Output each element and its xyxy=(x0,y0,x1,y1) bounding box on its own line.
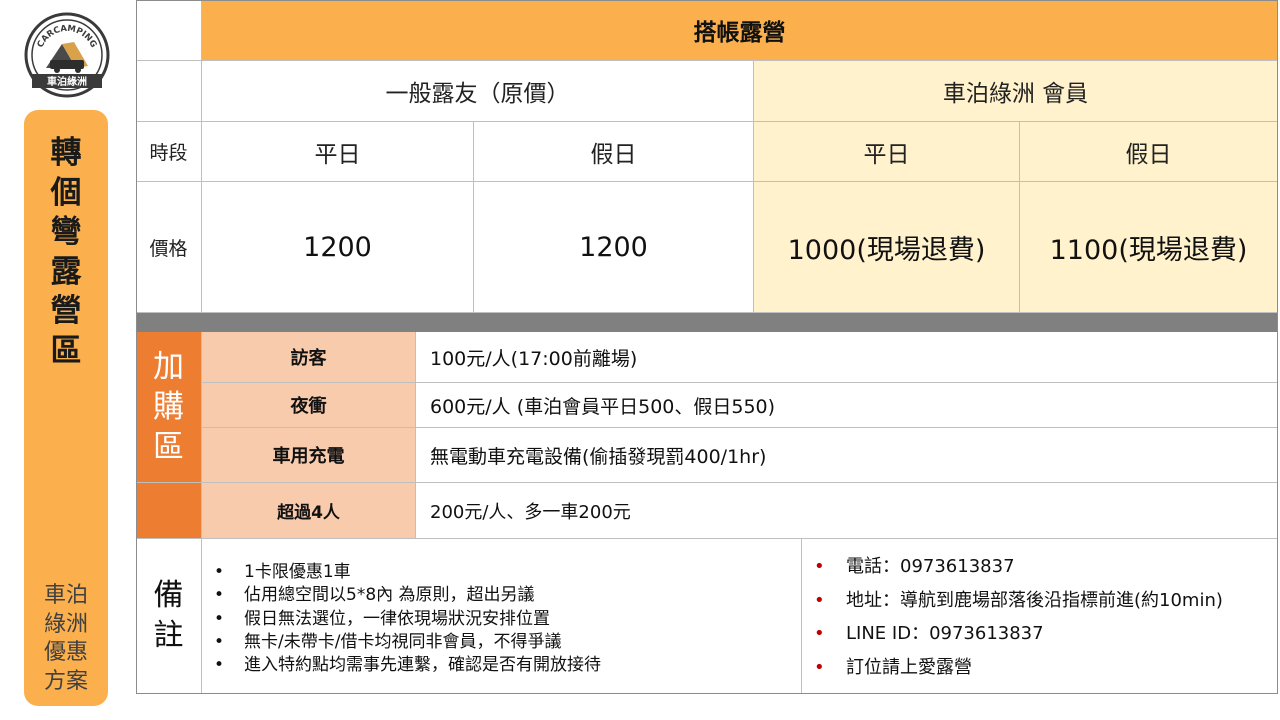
price-general-holiday: 1200 xyxy=(474,182,754,313)
group-general-header: 一般露友（原價） xyxy=(202,61,754,122)
addon-section-label-extension xyxy=(136,483,202,539)
addon-name-extra-people: 超過4人 xyxy=(202,483,416,539)
period-member-weekday: 平日 xyxy=(754,122,1020,182)
notes-left-item: 進入特約點均需事先連繫，確認是否有開放接待 xyxy=(214,654,601,678)
sidebar-title-char: 個 xyxy=(50,174,82,211)
price-general-weekday: 1200 xyxy=(202,182,474,313)
sidebar-subtitle-line: 綠洲 xyxy=(43,611,88,637)
notes-label-char: 備 xyxy=(153,578,184,613)
table-corner-cell xyxy=(136,0,202,61)
contact-address: 地址：導航到鹿場部落後沿指標前進(約10min) xyxy=(814,584,1223,618)
sidebar-pill: 轉 個 彎 露 營 區 車泊 綠洲 優惠 方案 xyxy=(24,110,108,706)
notes-left-item: 1卡限優惠1車 xyxy=(214,561,601,585)
group-corner-cell xyxy=(136,61,202,122)
notes-left-item: 無卡/未帶卡/借卡均視同非會員，不得爭議 xyxy=(214,631,601,655)
section-divider xyxy=(136,313,1278,332)
price-member-holiday: 1100(現場退費) xyxy=(1020,182,1278,313)
group-member-header: 車泊綠洲 會員 xyxy=(754,61,1278,122)
addon-name-visitor: 訪客 xyxy=(202,332,416,383)
notes-label: 備 註 xyxy=(136,539,202,694)
row-label-price: 價格 xyxy=(136,182,202,313)
table-title: 搭帳露營 xyxy=(202,0,1278,61)
notes-label-char: 註 xyxy=(153,618,184,653)
logo-bottom-text: 車泊綠洲 xyxy=(47,75,87,88)
sidebar-subtitle-line: 車泊 xyxy=(43,583,88,608)
sidebar-subtitle-line: 優惠 xyxy=(43,640,88,665)
sidebar-subtitle: 車泊 綠洲 優惠 方案 xyxy=(24,582,108,696)
addon-label-char: 區 xyxy=(153,429,184,465)
notes-right-list: 電話：0973613837 地址：導航到鹿場部落後沿指標前進(約10min) L… xyxy=(814,550,1223,685)
contact-line-id: LINE ID：0973613837 xyxy=(814,617,1223,651)
period-general-weekday: 平日 xyxy=(202,122,474,182)
sidebar-subtitle-line: 方案 xyxy=(43,668,88,694)
contact-booking: 訂位請上愛露營 xyxy=(814,651,1223,685)
addon-desc-charging: 無電動車充電設備(偷插發現罰400/1hr) xyxy=(416,428,1278,483)
row-label-period: 時段 xyxy=(136,122,202,182)
addon-name-charging: 車用充電 xyxy=(202,428,416,483)
sidebar-title: 轉 個 彎 露 營 區 xyxy=(24,134,108,371)
sidebar-title-char: 區 xyxy=(50,332,82,369)
notes-left-item: 假日無法選位，一律依現場狀況安排位置 xyxy=(214,608,601,632)
sidebar-title-char: 露 xyxy=(50,253,82,290)
carcamping-logo: CARCAMPING 車泊綠洲 xyxy=(24,12,110,98)
addon-desc-visitor: 100元/人(17:00前離場) xyxy=(416,332,1278,383)
sidebar-title-char: 營 xyxy=(50,293,82,329)
addon-desc-extra-people: 200元/人、多一車200元 xyxy=(416,483,1278,539)
sidebar-title-char: 轉 xyxy=(50,135,82,171)
addon-name-night: 夜衝 xyxy=(202,383,416,428)
notes-left-item: 佔用總空間以5*8內 為原則，超出另議 xyxy=(214,584,601,608)
notes-left-list: 1卡限優惠1車 佔用總空間以5*8內 為原則，超出另議 假日無法選位，一律依現場… xyxy=(214,561,601,678)
addon-section-label: 加 購 區 xyxy=(136,332,202,483)
contact-phone: 電話：0973613837 xyxy=(814,550,1223,584)
addon-label-char: 購 xyxy=(153,389,184,425)
sidebar-title-char: 彎 xyxy=(50,214,82,250)
addon-desc-night: 600元/人 (車泊會員平日500、假日550) xyxy=(416,383,1278,428)
period-member-holiday: 假日 xyxy=(1020,122,1278,182)
addon-label-char: 加 xyxy=(153,349,184,385)
period-general-holiday: 假日 xyxy=(474,122,754,182)
price-member-weekday: 1000(現場退費) xyxy=(754,182,1020,313)
